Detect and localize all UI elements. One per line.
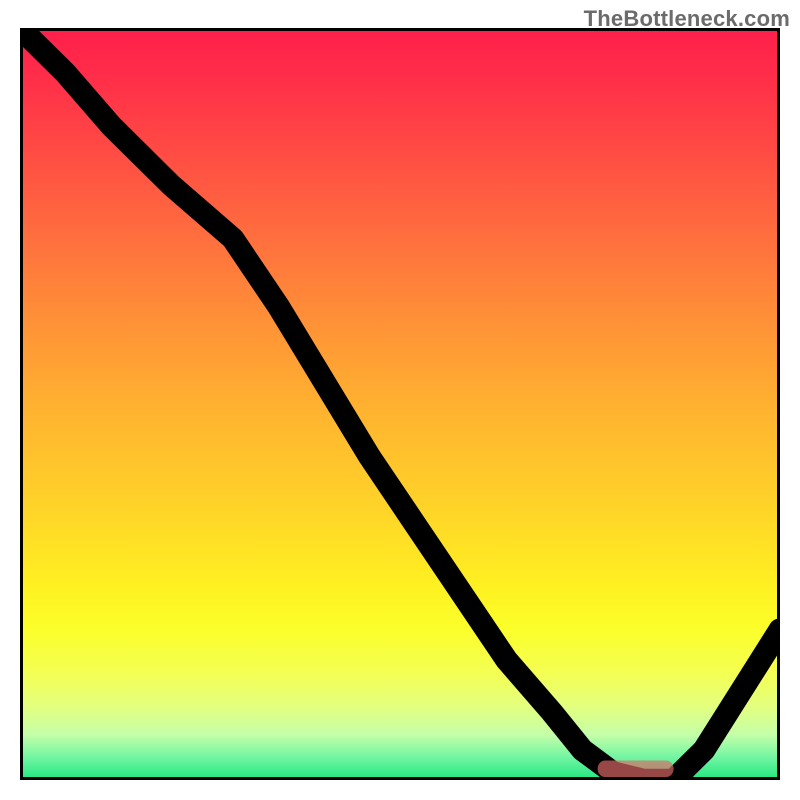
watermark-text: TheBottleneck.com [584, 6, 790, 32]
chart-container: TheBottleneck.com [0, 0, 800, 800]
heat-gradient-background [20, 28, 780, 780]
plot-area [20, 28, 780, 780]
